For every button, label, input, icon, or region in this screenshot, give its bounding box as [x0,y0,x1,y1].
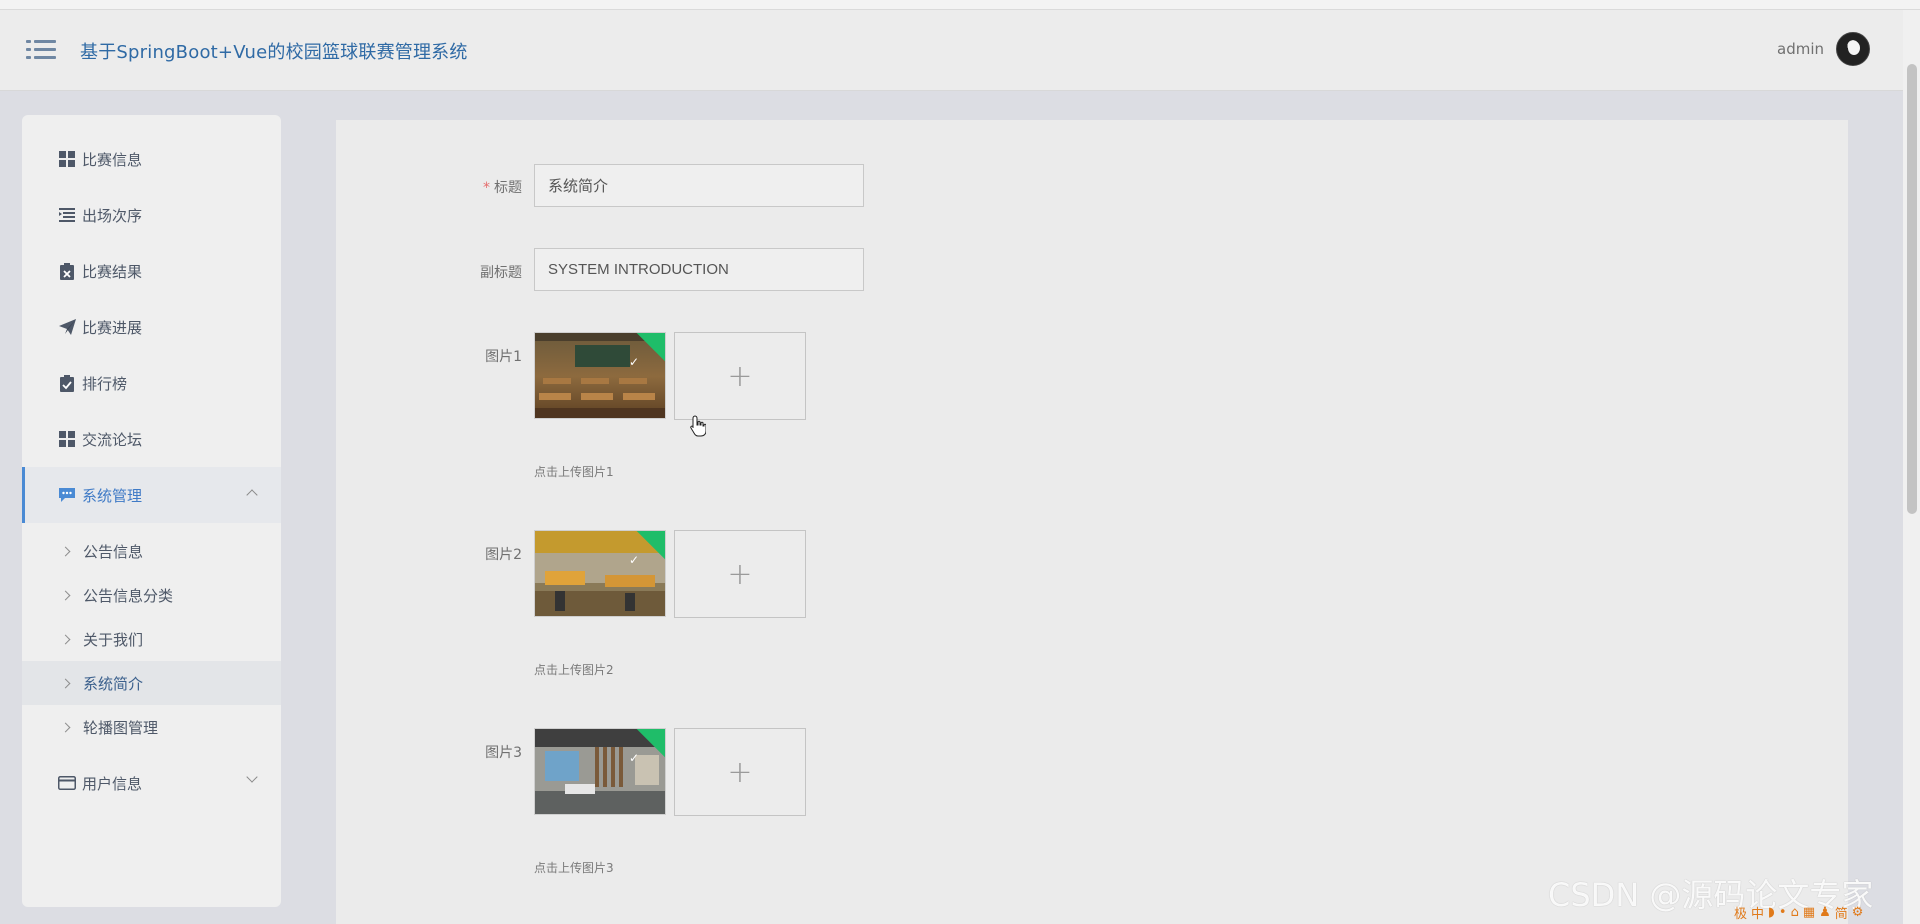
image2-thumbnail[interactable]: ✓ [534,530,666,617]
classroom-image [535,333,665,418]
tray-icon[interactable]: ♟ [1819,905,1831,920]
submenu-item-label: 系统简介 [83,674,144,693]
image3-thumbnail[interactable]: ✓ [534,728,666,815]
menu-toggle-icon[interactable] [26,38,56,62]
clipboard-check-icon [58,374,76,392]
submenu-item-about-us[interactable]: 关于我们 [22,617,281,661]
required-mark: * [483,180,490,196]
tray-icon[interactable]: ◗ [1768,905,1775,920]
subtitle-label: 副标题 [480,265,522,281]
title-label-text: 标题 [494,180,522,196]
check-icon: ✓ [628,553,639,567]
image2-upload-hint: 点击上传图片2 [534,663,614,677]
office-image [535,531,665,616]
sidebar-item-user-info[interactable]: 用户信息 [22,755,281,811]
chevron-right-icon [60,722,71,732]
sidebar-item-label: 比赛进展 [82,318,143,337]
tray-icon[interactable]: 极 [1734,903,1747,922]
tray-icon[interactable]: • [1779,905,1787,920]
submenu-item-label: 公告信息 [83,542,144,561]
chat-bubble-icon [58,486,76,504]
app-title: 基于SpringBoot+Vue的校园篮球联赛管理系统 [80,42,468,63]
submenu-item-system-intro[interactable]: 系统简介 [22,661,281,705]
sidebar: 比赛信息 出场次序 比赛结果 比赛进展 排行榜 交流论坛 系统管理 公告信息 公… [22,115,281,907]
chevron-right-icon [60,678,71,688]
sidebar-item-label: 系统管理 [82,486,143,505]
hand-cursor-icon [690,415,706,437]
tray-icon[interactable]: ▦ [1803,905,1815,920]
grid-icon [58,430,76,448]
sidebar-item-match-info[interactable]: 比赛信息 [22,131,281,187]
chevron-right-icon [60,590,71,600]
submenu-item-announcement-categories[interactable]: 公告信息分类 [22,573,281,617]
chevron-right-icon [60,634,71,644]
submenu-item-label: 轮播图管理 [83,718,159,737]
title-label: * 标题 [402,177,522,197]
image1-label: 图片1 [485,349,522,365]
image2-label: 图片2 [485,547,522,563]
submenu-item-label: 关于我们 [83,630,144,649]
subtitle-input[interactable] [534,248,864,291]
paper-plane-icon [58,318,76,336]
sidebar-item-match-results[interactable]: 比赛结果 [22,243,281,299]
image3-upload-button[interactable]: + [674,728,806,816]
image2-upload-button[interactable]: + [674,530,806,618]
card-icon [58,774,76,792]
sidebar-item-appearance-order[interactable]: 出场次序 [22,187,281,243]
chevron-down-icon [246,771,258,783]
window-top-border [0,0,1920,10]
title-input[interactable] [534,164,864,207]
username[interactable]: admin [1777,40,1824,58]
sidebar-item-label: 出场次序 [82,206,143,225]
check-icon: ✓ [628,751,639,765]
sidebar-item-label: 比赛结果 [82,262,143,281]
main-content: *标题 副标题 图片1 ✓ + 点击上传图片1 图片2 ✓ [336,120,1848,924]
image3-upload-hint: 点击上传图片3 [534,861,614,875]
chevron-up-icon [246,489,258,501]
lounge-image [535,729,665,814]
image1-thumbnail[interactable]: ✓ [534,332,666,419]
sidebar-item-label: 排行榜 [82,374,128,393]
tray-icon[interactable]: 中 [1751,903,1764,922]
submenu-item-carousel-management[interactable]: 轮播图管理 [22,705,281,749]
sidebar-item-leaderboard[interactable]: 排行榜 [22,355,281,411]
grid-icon [58,150,76,168]
chevron-right-icon [60,546,71,556]
submenu-item-label: 公告信息分类 [83,586,174,605]
tray-icon[interactable]: ⚙ [1852,905,1864,920]
tray-icon[interactable]: 简 [1835,903,1848,922]
system-tray: 极 中 ◗ • ⌂ ▦ ♟ 简 ⚙ [1734,902,1920,922]
scrollbar-thumb[interactable] [1907,64,1917,514]
list-indent-icon [58,206,76,224]
sidebar-item-forum[interactable]: 交流论坛 [22,411,281,467]
clipboard-x-icon [58,262,76,280]
tray-icon[interactable]: ⌂ [1791,905,1799,920]
sidebar-item-system-management[interactable]: 系统管理 [22,467,281,523]
top-header: 基于SpringBoot+Vue的校园篮球联赛管理系统 admin [0,10,1920,91]
check-icon: ✓ [628,355,639,369]
sidebar-item-match-progress[interactable]: 比赛进展 [22,299,281,355]
image1-upload-button[interactable]: + [674,332,806,420]
image1-upload-hint: 点击上传图片1 [534,465,614,479]
sidebar-item-label: 用户信息 [82,774,143,793]
image3-label: 图片3 [485,745,522,761]
sidebar-item-label: 比赛信息 [82,150,143,169]
submenu-item-announcements[interactable]: 公告信息 [22,529,281,573]
avatar[interactable] [1836,32,1870,66]
sidebar-item-label: 交流论坛 [82,430,143,449]
